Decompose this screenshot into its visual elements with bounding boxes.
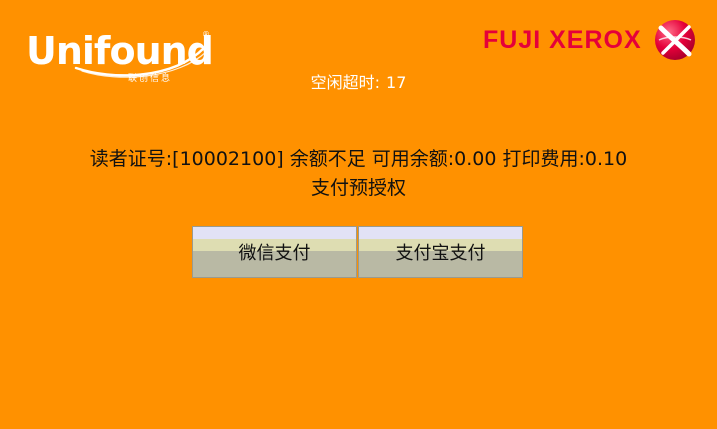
idle-timeout-label: 空闲超时: bbox=[310, 73, 381, 92]
unifound-wordmark: Unifound bbox=[26, 29, 214, 73]
idle-timeout-seconds: 17 bbox=[386, 73, 407, 92]
alipay-label: 支付宝支付 bbox=[395, 243, 486, 264]
registered-mark: ® bbox=[202, 30, 210, 39]
preauth-message: 支付预授权 bbox=[310, 177, 406, 199]
fuji-xerox-wordmark: FUJI XEROX bbox=[483, 26, 642, 54]
fuji-xerox-sphere-icon bbox=[655, 20, 695, 60]
wechat-pay-button[interactable]: 微信支付 bbox=[192, 226, 357, 278]
payment-button-group: 微信支付 支付宝支付 bbox=[192, 226, 524, 278]
fuji-xerox-logo: FUJI XEROX bbox=[483, 18, 699, 62]
wechat-pay-label: 微信支付 bbox=[238, 243, 311, 264]
balance-message: 读者证号:[10002100] 余额不足 可用余额:0.00 打印费用:0.10 bbox=[89, 148, 628, 170]
alipay-button[interactable]: 支付宝支付 bbox=[358, 226, 523, 278]
idle-timeout: 空闲超时: 17 bbox=[0, 72, 717, 94]
